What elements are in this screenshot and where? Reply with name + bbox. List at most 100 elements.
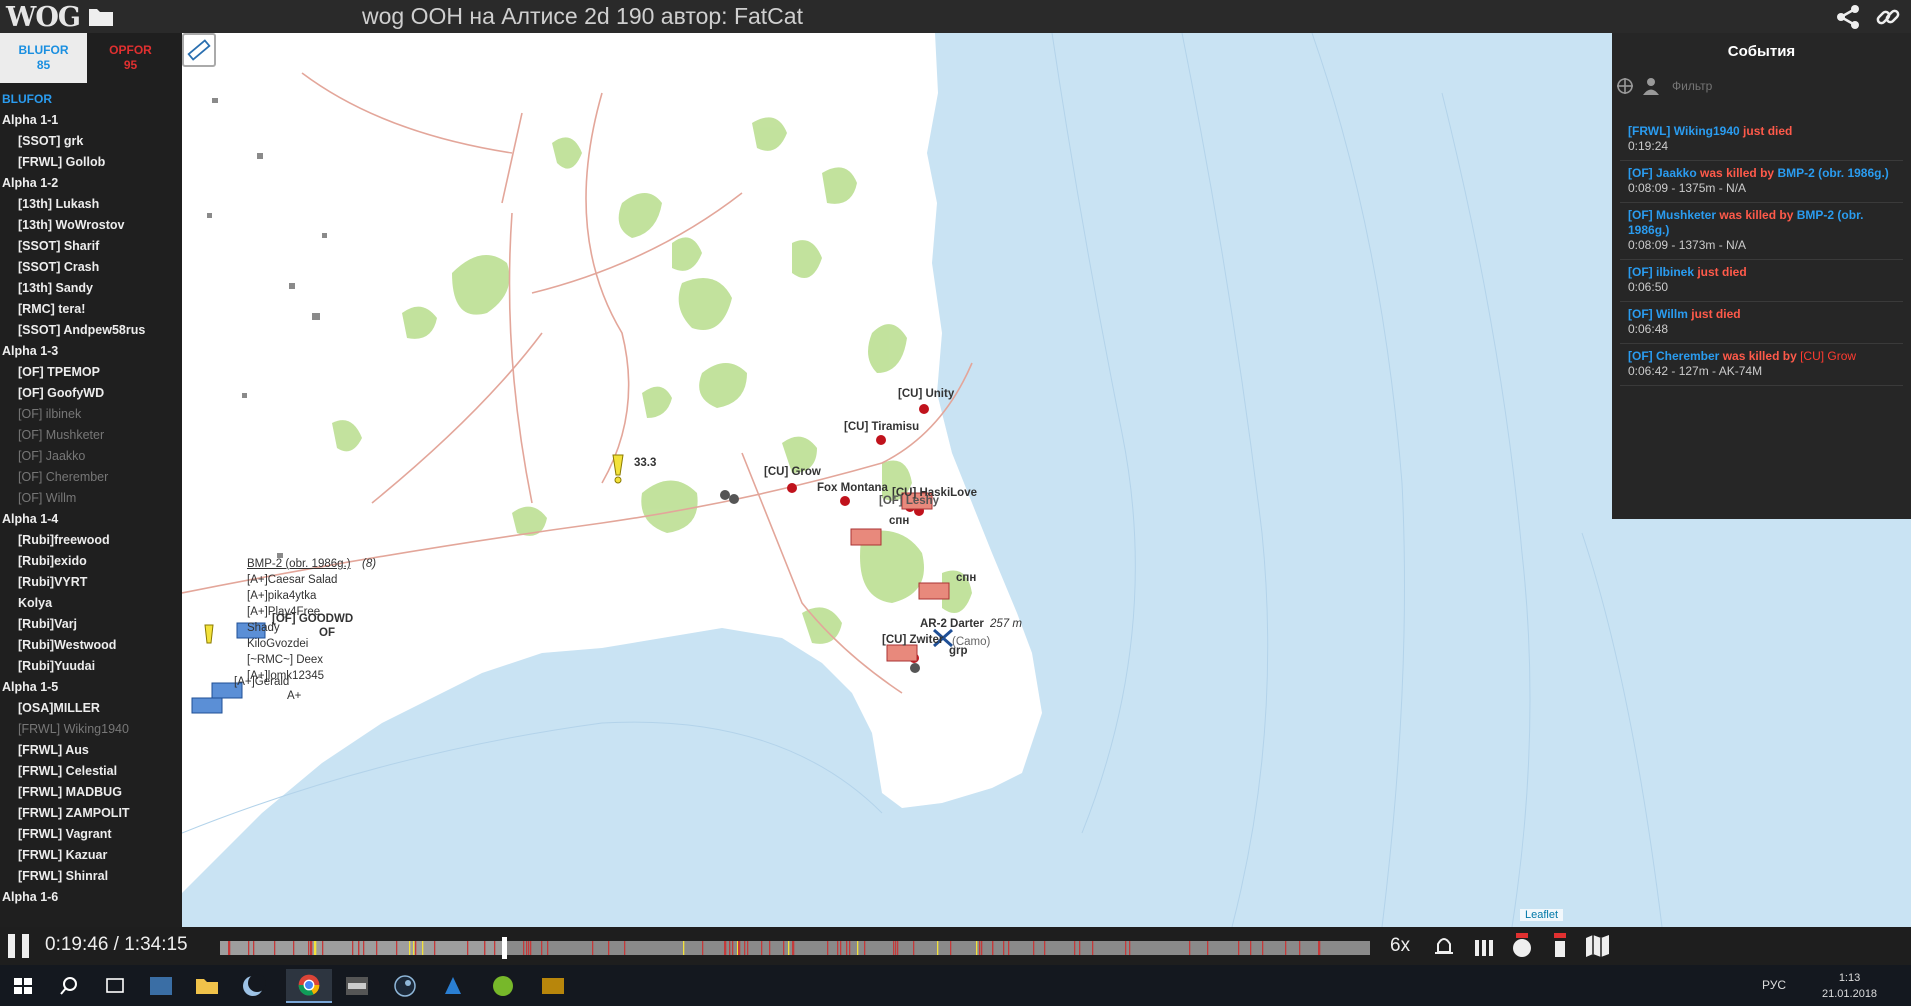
- label-goodwd[interactable]: [OF] GOODWD: [272, 613, 353, 625]
- app-icon-blue[interactable]: [430, 969, 476, 1003]
- link-icon[interactable]: [1875, 4, 1901, 30]
- unit-item-dead[interactable]: [OF] Mushketer: [2, 425, 182, 446]
- label-tiramisu[interactable]: [CU] Tiramisu: [844, 421, 919, 433]
- label-fox[interactable]: Fox Montana: [817, 482, 888, 494]
- user-icon[interactable]: [1642, 77, 1660, 95]
- events-filter-input[interactable]: [1672, 76, 1892, 96]
- unit-item-dead[interactable]: [OF] ilbinek: [2, 404, 182, 425]
- unit-item[interactable]: Kolya: [2, 593, 182, 614]
- unit-item[interactable]: [FRWL] Celestial: [2, 761, 182, 782]
- search-icon[interactable]: [46, 969, 92, 1003]
- task-view-icon[interactable]: [92, 969, 138, 1003]
- tab-blufor[interactable]: BLUFOR 85: [0, 33, 87, 83]
- event-item[interactable]: [OF] Mushketer was killed by BMP-2 (obr.…: [1620, 203, 1903, 260]
- pause-button[interactable]: [8, 934, 30, 958]
- unit-item-dead[interactable]: [OF] Jaakko: [2, 446, 182, 467]
- label-leshy[interactable]: [OF] Leshy: [879, 495, 939, 507]
- top-bar: WOG wog OOH на Алтисе 2d 190 автор: FatC…: [0, 0, 1911, 33]
- leaflet-attribution[interactable]: Leaflet: [1520, 909, 1564, 921]
- unit-item[interactable]: [FRWL] Kazuar: [2, 845, 182, 866]
- label-darter[interactable]: AR-2 Darter: [920, 618, 984, 630]
- unit-item-dead[interactable]: [OF] Willm: [2, 488, 182, 509]
- utorrent-icon[interactable]: [480, 969, 526, 1003]
- unit-item[interactable]: [Rubi]Yuudai: [2, 656, 182, 677]
- playback-speed[interactable]: 6x: [1390, 935, 1410, 957]
- group-name[interactable]: Alpha 1-6: [2, 887, 182, 908]
- event-item[interactable]: [OF] Jaakko was killed by BMP-2 (obr. 19…: [1620, 161, 1903, 203]
- ruler-icon[interactable]: [182, 33, 216, 67]
- unit-item[interactable]: [Rubi]freewood: [2, 530, 182, 551]
- ammo-icon[interactable]: [1470, 932, 1498, 960]
- unit-item[interactable]: [Rubi]Westwood: [2, 635, 182, 656]
- label-grow[interactable]: [CU] Grow: [764, 466, 821, 478]
- tray-clock[interactable]: 1:13 21.01.2018: [1822, 970, 1877, 1002]
- timeline-slider[interactable]: [220, 937, 1370, 959]
- group-name[interactable]: Alpha 1-5: [2, 677, 182, 698]
- unit-item[interactable]: [SSOT] grk: [2, 131, 182, 152]
- unit-item[interactable]: [OF] GoofyWD: [2, 383, 182, 404]
- timeline-handle[interactable]: [501, 937, 507, 959]
- steam-icon[interactable]: [382, 969, 428, 1003]
- app-icon-media[interactable]: [138, 969, 184, 1003]
- folder-icon[interactable]: [88, 5, 114, 27]
- event-item[interactable]: [OF] Willm just died 0:06:48: [1620, 302, 1903, 344]
- unit-item[interactable]: [FRWL] Vagrant: [2, 824, 182, 845]
- event-item[interactable]: [OF] Cherember was killed by [CU] Grow 0…: [1620, 344, 1903, 386]
- unit-item[interactable]: [OF] TPEMOP: [2, 362, 182, 383]
- share-icon[interactable]: [1835, 4, 1861, 30]
- label-crew[interactable]: [~RMC~] Deex: [247, 654, 323, 666]
- label-bmp[interactable]: BMP-2 (obr. 1986g.): [247, 558, 351, 570]
- file-explorer-icon[interactable]: [184, 969, 230, 1003]
- events-title: События: [1727, 43, 1796, 60]
- label-crew[interactable]: [A+]Gerald: [234, 676, 289, 688]
- windows-start-icon[interactable]: [0, 969, 46, 1003]
- unit-item-dead[interactable]: [FRWL] Wiking1940: [2, 719, 182, 740]
- timeline-event-tick: [1318, 941, 1320, 955]
- unit-item[interactable]: [FRWL] Aus: [2, 740, 182, 761]
- unit-item[interactable]: [RMC] tera!: [2, 299, 182, 320]
- event-item[interactable]: [FRWL] Wiking1940 just died 0:19:24: [1620, 119, 1903, 161]
- unit-item[interactable]: [FRWL] MADBUG: [2, 782, 182, 803]
- label-crew[interactable]: KiloGvozdei: [247, 638, 308, 650]
- unit-item[interactable]: [FRWL] ZAMPOLIT: [2, 803, 182, 824]
- app-icon-orange[interactable]: [530, 969, 576, 1003]
- unit-item[interactable]: [13th] WoWrostov: [2, 215, 182, 236]
- event-action: was killed by: [1722, 349, 1797, 363]
- bell-icon[interactable]: [1430, 932, 1458, 960]
- group-name[interactable]: Alpha 1-3: [2, 341, 182, 362]
- label-crew[interactable]: [A+]pika4ytka: [247, 590, 316, 602]
- chrome-icon[interactable]: [286, 969, 332, 1003]
- tray-language[interactable]: РУС: [1762, 978, 1786, 992]
- unit-item[interactable]: [FRWL] Gollob: [2, 152, 182, 173]
- tab-opfor[interactable]: OPFOR 95: [87, 33, 174, 83]
- unit-item[interactable]: [SSOT] Crash: [2, 257, 182, 278]
- unit-item-dead[interactable]: [OF] Cherember: [2, 467, 182, 488]
- event-item[interactable]: [OF] ilbinek just died 0:06:50: [1620, 260, 1903, 302]
- unit-item[interactable]: [OSA]MILLER: [2, 698, 182, 719]
- unit-item[interactable]: [SSOT] Andpew58rus: [2, 320, 182, 341]
- timeline-event-tick: [1285, 941, 1287, 955]
- unit-item[interactable]: [FRWL] Shinral: [2, 866, 182, 887]
- label-unity[interactable]: [CU] Unity: [898, 388, 954, 400]
- unit-item[interactable]: [Rubi]Varj: [2, 614, 182, 635]
- group-name[interactable]: Alpha 1-4: [2, 509, 182, 530]
- unit-item[interactable]: [13th] Lukash: [2, 194, 182, 215]
- map-icon[interactable]: [1584, 932, 1612, 960]
- arma-launcher-icon[interactable]: [334, 969, 380, 1003]
- timeline-event-tick: [1129, 941, 1131, 955]
- event-killer: [CU] Grow: [1800, 349, 1857, 363]
- unit-item[interactable]: [Rubi]exido: [2, 551, 182, 572]
- app-icon-crescent[interactable]: [230, 969, 276, 1003]
- unit-names-icon[interactable]: [1546, 932, 1574, 960]
- unit-item[interactable]: [SSOT] Sharif: [2, 236, 182, 257]
- unit-item[interactable]: [Rubi]VYRT: [2, 572, 182, 593]
- unit-item[interactable]: [13th] Sandy: [2, 278, 182, 299]
- label-zwiter[interactable]: [CU] Zwiter: [882, 634, 943, 646]
- group-name[interactable]: Alpha 1-2: [2, 173, 182, 194]
- marker-names-icon[interactable]: [1508, 932, 1536, 960]
- group-name[interactable]: Alpha 1-1: [2, 110, 182, 131]
- label-crew[interactable]: [A+]Caesar Salad: [247, 574, 337, 586]
- wog-logo[interactable]: WOG: [6, 2, 81, 33]
- crosshair-icon[interactable]: [1616, 77, 1634, 95]
- building: [242, 393, 247, 398]
